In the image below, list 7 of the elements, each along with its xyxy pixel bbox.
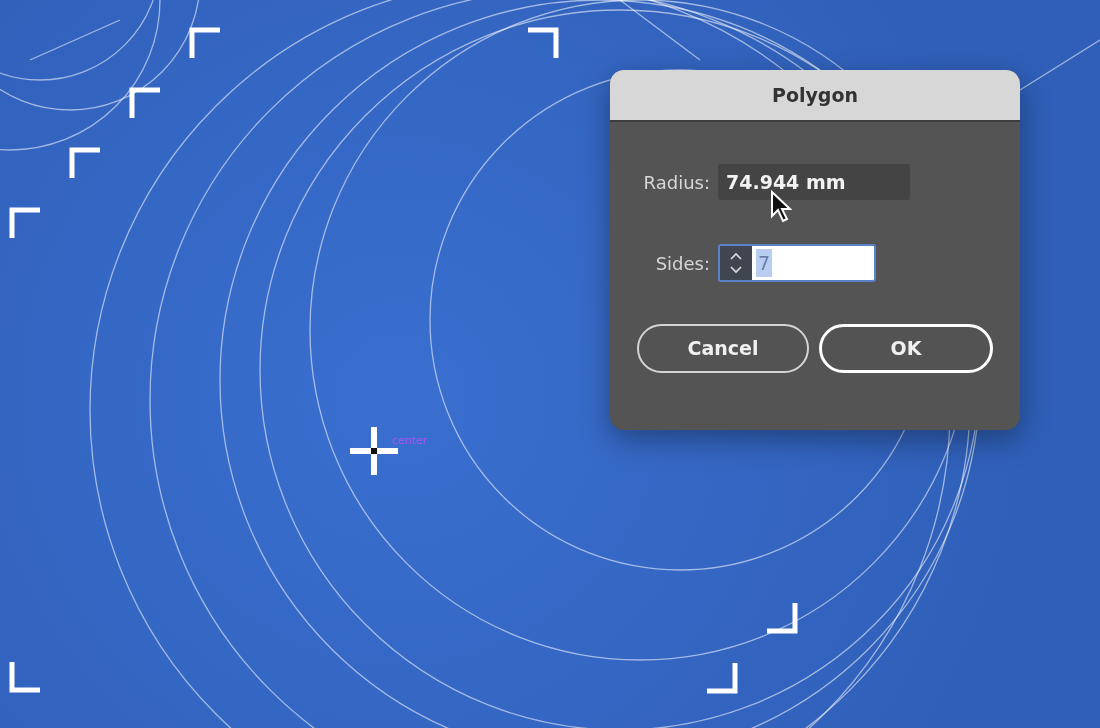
radius-field[interactable]: 74.944 mm: [718, 164, 910, 200]
field-label: Radius:: [642, 170, 711, 195]
dialog-title: Polygon: [610, 70, 1020, 122]
cancel-button[interactable]: Cancel: [637, 324, 809, 373]
field-label: Sides:: [654, 251, 711, 276]
center-label: center: [392, 434, 428, 448]
ok-button[interactable]: OK: [819, 324, 993, 373]
